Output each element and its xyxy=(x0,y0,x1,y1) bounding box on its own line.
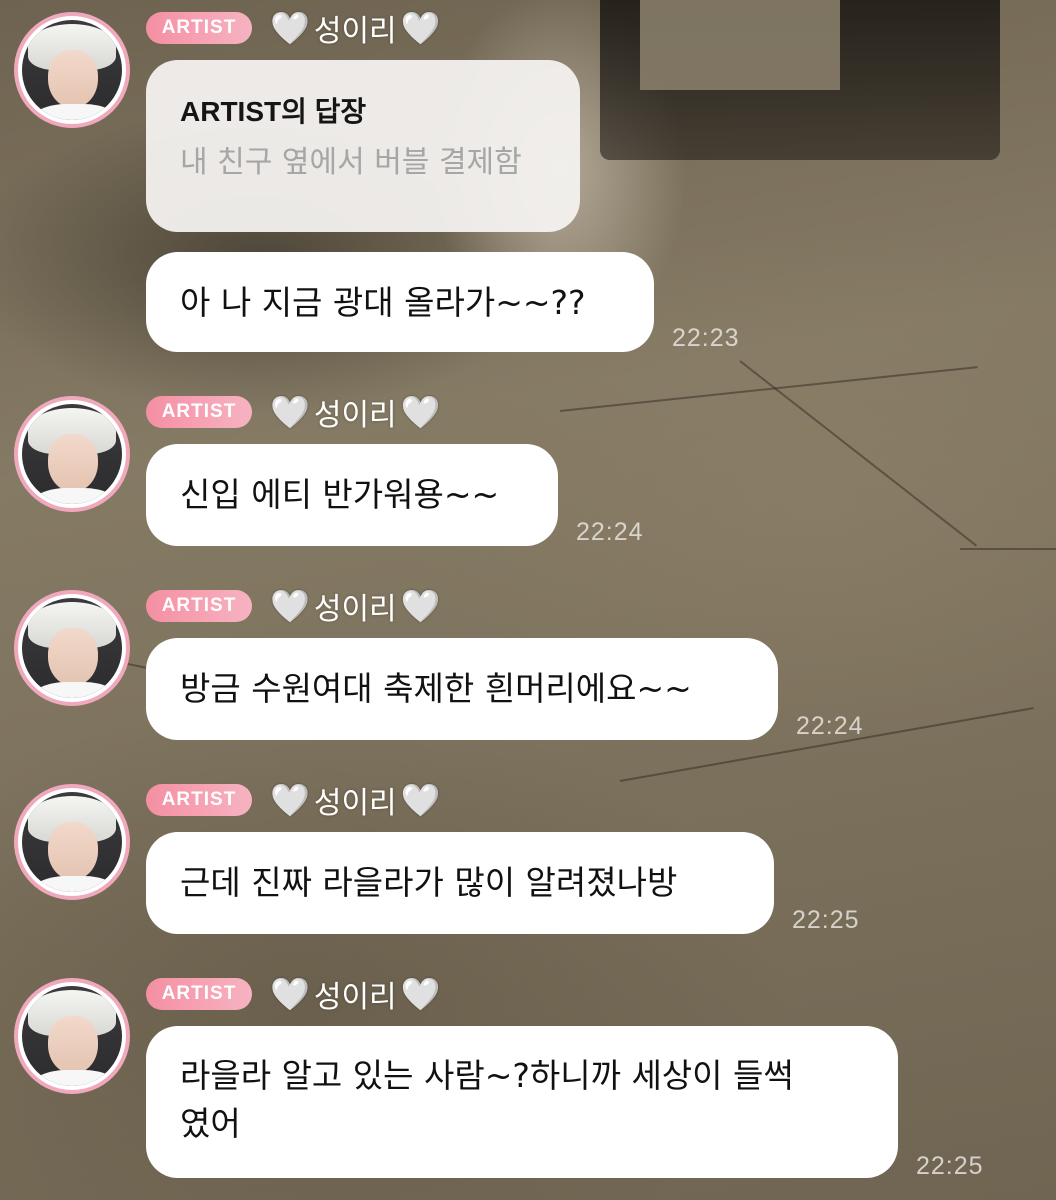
message-bubble[interactable]: 근데 진짜 라을라가 많이 알려졌나방 xyxy=(146,832,774,934)
profile-photo xyxy=(22,986,122,1086)
sender-name: 🤍 성이리 🤍 xyxy=(270,8,441,49)
message-text-line: 였어 xyxy=(180,1104,241,1143)
white-heart-icon: 🤍 xyxy=(270,975,310,1013)
chat-message: ARTIST 🤍 성이리 🤍 방금 수원여대 축제한 흰머리에요~~ 22:24 xyxy=(0,588,1056,748)
profile-photo xyxy=(22,20,122,120)
sender-name-text: 성이리 xyxy=(313,592,397,627)
sender-name: 🤍 성이리 🤍 xyxy=(270,780,441,821)
avatar[interactable] xyxy=(14,396,130,512)
message-time: 22:24 xyxy=(796,712,864,740)
message-bubble[interactable]: 아 나 지금 광대 올라가~~?? xyxy=(146,252,654,352)
reply-quote-bubble[interactable]: ARTIST의 답장 내 친구 옆에서 버블 결제함 xyxy=(146,60,580,232)
sender-name: 🤍 성이리 🤍 xyxy=(270,392,441,433)
avatar[interactable] xyxy=(14,978,130,1094)
sender-name-text: 성이리 xyxy=(313,398,397,433)
message-time: 22:25 xyxy=(792,906,860,934)
profile-photo xyxy=(22,598,122,698)
white-heart-icon: 🤍 xyxy=(270,9,310,47)
artist-badge: ARTIST xyxy=(146,12,252,44)
message-text-line: 라을라 알고 있는 사람~?하니까 세상이 들썩 xyxy=(180,1056,794,1095)
white-heart-icon: 🤍 xyxy=(270,587,310,625)
white-heart-icon: 🤍 xyxy=(270,781,310,819)
sender-name: 🤍 성이리 🤍 xyxy=(270,974,441,1015)
artist-badge: ARTIST xyxy=(146,784,252,816)
chat-message: ARTIST 🤍 성이리 🤍 근데 진짜 라을라가 많이 알려졌나방 22:25 xyxy=(0,782,1056,942)
message-bubble[interactable]: 방금 수원여대 축제한 흰머리에요~~ xyxy=(146,638,778,740)
avatar[interactable] xyxy=(14,590,130,706)
avatar[interactable] xyxy=(14,12,130,128)
message-bubble[interactable]: 신입 에티 반가워용~~ xyxy=(146,444,558,546)
profile-photo xyxy=(22,404,122,504)
artist-badge: ARTIST xyxy=(146,396,252,428)
reply-title: ARTIST의 답장 xyxy=(180,96,367,127)
profile-photo xyxy=(22,792,122,892)
sender-name-text: 성이리 xyxy=(313,786,397,821)
white-heart-icon: 🤍 xyxy=(400,975,441,1013)
white-heart-icon: 🤍 xyxy=(270,393,310,431)
reply-quoted-text: 내 친구 옆에서 버블 결제함 xyxy=(180,145,522,180)
artist-badge: ARTIST xyxy=(146,590,252,622)
sender-name-text: 성이리 xyxy=(313,980,397,1015)
chat-message: ARTIST 🤍 성이리 🤍 신입 에티 반가워용~~ 22:24 xyxy=(0,394,1056,554)
sender-name: 🤍 성이리 🤍 xyxy=(270,586,441,627)
message-time: 22:24 xyxy=(576,518,644,546)
white-heart-icon: 🤍 xyxy=(400,587,441,625)
message-time: 22:25 xyxy=(916,1152,984,1180)
white-heart-icon: 🤍 xyxy=(400,781,441,819)
artist-badge: ARTIST xyxy=(146,978,252,1010)
white-heart-icon: 🤍 xyxy=(400,393,441,431)
chat-message: ARTIST 🤍 성이리 🤍 라을라 알고 있는 사람~?하니까 세상이 들썩 … xyxy=(0,976,1056,1200)
sender-name-text: 성이리 xyxy=(313,14,397,49)
avatar[interactable] xyxy=(14,784,130,900)
message-time: 22:23 xyxy=(672,324,740,352)
message-bubble[interactable]: 라을라 알고 있는 사람~?하니까 세상이 들썩 였어 xyxy=(146,1026,898,1178)
white-heart-icon: 🤍 xyxy=(400,9,441,47)
chat-message: ARTIST 🤍 성이리 🤍 ARTIST의 답장 내 친구 옆에서 버블 결제… xyxy=(0,0,1056,360)
